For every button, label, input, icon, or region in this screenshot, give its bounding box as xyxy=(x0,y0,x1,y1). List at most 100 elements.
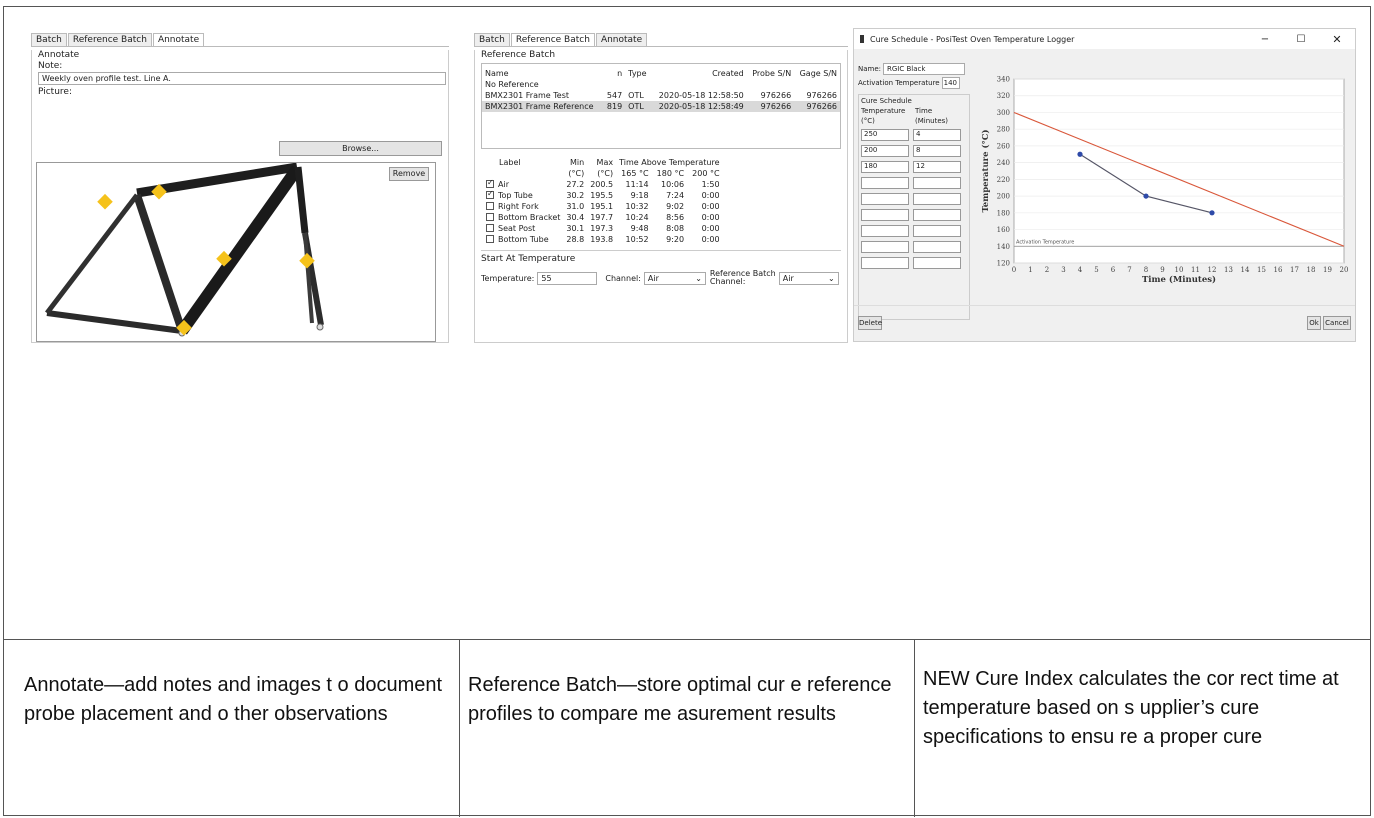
x-tick-label: 15 xyxy=(1257,266,1266,274)
x-tick-label: 7 xyxy=(1127,266,1131,274)
table-row[interactable]: No Reference xyxy=(482,79,840,90)
schedule-temperature-input[interactable] xyxy=(861,177,909,189)
schedule-time-input[interactable] xyxy=(913,225,961,237)
note-input[interactable]: Weekly oven profile test. Line A. xyxy=(38,72,446,85)
x-tick-label: 19 xyxy=(1323,266,1332,274)
stats-row: Bottom Tube 28.8 193.8 10:52 9:20 0:00 xyxy=(483,234,723,245)
tab-annotate[interactable]: Annotate xyxy=(595,33,648,46)
col-n[interactable]: n xyxy=(603,68,625,79)
caption-cure-index: NEW Cure Index calculates the cor rect t… xyxy=(923,668,1339,748)
x-tick-label: 20 xyxy=(1340,266,1349,274)
table-row[interactable]: BMX2301 Frame Test 547 OTL 2020-05-18 12… xyxy=(482,90,840,101)
schedule-temperature-input[interactable] xyxy=(861,193,909,205)
schedule-temperature-input[interactable]: 180 xyxy=(861,161,909,173)
tab-reference-batch[interactable]: Reference Batch xyxy=(510,33,595,46)
browse-button[interactable]: Browse... xyxy=(279,141,442,156)
x-tick-label: 14 xyxy=(1241,266,1250,274)
cancel-button[interactable]: Cancel xyxy=(1323,316,1351,330)
schedule-temperature-input[interactable]: 200 xyxy=(861,145,909,157)
data-point[interactable] xyxy=(1077,151,1083,157)
schedule-row xyxy=(861,225,967,237)
tab-reference-batch[interactable]: Reference Batch xyxy=(67,33,152,46)
reference-tabs: Batch Reference Batch Annotate xyxy=(474,33,848,47)
col-gage-sn[interactable]: Gage S/N xyxy=(794,68,840,79)
cure-schedule-grid: 250 4 200 8 180 12 xyxy=(861,129,967,269)
schedule-time-input[interactable] xyxy=(913,257,961,269)
channel-checkbox[interactable] xyxy=(486,234,494,243)
y-tick-label: 300 xyxy=(997,109,1010,117)
delete-button[interactable]: Delete xyxy=(858,316,882,330)
schedule-row: 180 12 xyxy=(861,161,967,173)
schedule-time-input[interactable] xyxy=(913,177,961,189)
col-name[interactable]: Name xyxy=(482,68,603,79)
x-tick-label: 8 xyxy=(1144,266,1148,274)
col-probe-sn[interactable]: Probe S/N xyxy=(747,68,794,79)
channel-label: Channel: xyxy=(605,273,641,283)
cure-form: Name: RGIC Black Activation Temperature … xyxy=(858,63,970,320)
channel-select[interactable]: Air ⌄ xyxy=(643,271,706,285)
col-type[interactable]: Type xyxy=(625,68,651,79)
schedule-temperature-input[interactable] xyxy=(861,209,909,221)
y-axis-label: Temperature (°C) xyxy=(980,129,991,212)
name-label: Name: xyxy=(858,65,882,73)
channel-checkbox[interactable] xyxy=(486,223,494,232)
annotate-panel: Batch Reference Batch Annotate Annotate … xyxy=(31,33,449,343)
y-tick-label: 280 xyxy=(997,126,1010,134)
data-point[interactable] xyxy=(1209,210,1215,216)
y-tick-label: 240 xyxy=(997,159,1010,167)
channel-checkbox[interactable] xyxy=(486,178,494,188)
activation-temperature-input[interactable]: 140 xyxy=(941,77,960,89)
minimize-icon[interactable]: − xyxy=(1247,34,1283,45)
note-label: Note: xyxy=(38,61,63,71)
reference-channel-select[interactable]: Air ⌄ xyxy=(778,271,839,285)
schedule-row xyxy=(861,241,967,253)
schedule-time-input[interactable]: 12 xyxy=(913,161,961,173)
caption-annotate: Annotate—add notes and images t o docume… xyxy=(24,674,443,725)
chevron-down-icon: ⌄ xyxy=(828,273,835,283)
x-tick-label: 12 xyxy=(1208,266,1217,274)
table-row-selected[interactable]: BMX2301 Frame Reference 819 OTL 2020-05-… xyxy=(482,101,840,112)
name-input[interactable]: RGIC Black xyxy=(883,63,966,75)
channel-checkbox[interactable] xyxy=(486,212,494,221)
tab-batch[interactable]: Batch xyxy=(474,33,510,46)
reference-group-label: Reference Batch xyxy=(481,50,556,60)
plot-area xyxy=(1013,78,1345,264)
schedule-time-input[interactable] xyxy=(913,241,961,253)
reference-list[interactable]: Name n Type Created Probe S/N Gage S/N N… xyxy=(481,63,841,149)
schedule-temperature-input[interactable] xyxy=(861,225,909,237)
schedule-temperature-input[interactable] xyxy=(861,241,909,253)
temperature-input[interactable]: 55 xyxy=(537,271,598,285)
data-point[interactable] xyxy=(1143,193,1149,199)
schedule-row xyxy=(861,177,967,189)
annotate-tabs: Batch Reference Batch Annotate xyxy=(31,33,449,47)
ok-button[interactable]: Ok xyxy=(1307,316,1321,330)
stats-row: Right Fork 31.0 195.1 10:32 9:02 0:00 xyxy=(483,201,723,212)
y-tick-label: 320 xyxy=(997,92,1010,100)
annotate-group-label: Annotate xyxy=(38,50,80,60)
close-icon[interactable]: ✕ xyxy=(1319,33,1355,46)
reference-channel-label: Reference Batch Channel: xyxy=(709,269,776,286)
x-axis-label: Time (Minutes) xyxy=(1142,274,1216,285)
schedule-temperature-input[interactable]: 250 xyxy=(861,129,909,141)
x-tick-label: 11 xyxy=(1191,266,1200,274)
schedule-row: 250 4 xyxy=(861,129,967,141)
channel-checkbox[interactable] xyxy=(486,189,494,199)
col-created[interactable]: Created xyxy=(651,68,747,79)
schedule-time-input[interactable] xyxy=(913,209,961,221)
start-at-temperature-label: Start At Temperature xyxy=(481,254,576,264)
tab-annotate[interactable]: Annotate xyxy=(152,33,205,46)
x-tick-label: 13 xyxy=(1224,266,1233,274)
channel-stats-table: Label Min Max Time Above Temperature (°C… xyxy=(483,157,723,245)
schedule-time-input[interactable]: 4 xyxy=(913,129,961,141)
tab-batch[interactable]: Batch xyxy=(31,33,67,46)
channel-checkbox[interactable] xyxy=(486,201,494,210)
schedule-time-input[interactable] xyxy=(913,193,961,205)
x-tick-label: 1 xyxy=(1028,266,1032,274)
schedule-time-input[interactable]: 8 xyxy=(913,145,961,157)
schedule-temperature-input[interactable] xyxy=(861,257,909,269)
schedule-row xyxy=(861,257,967,269)
x-tick-label: 18 xyxy=(1307,266,1316,274)
maximize-icon[interactable]: ☐ xyxy=(1283,34,1319,45)
y-tick-label: 220 xyxy=(997,176,1010,184)
dialog-footer: Delete Ok Cancel xyxy=(854,305,1355,341)
